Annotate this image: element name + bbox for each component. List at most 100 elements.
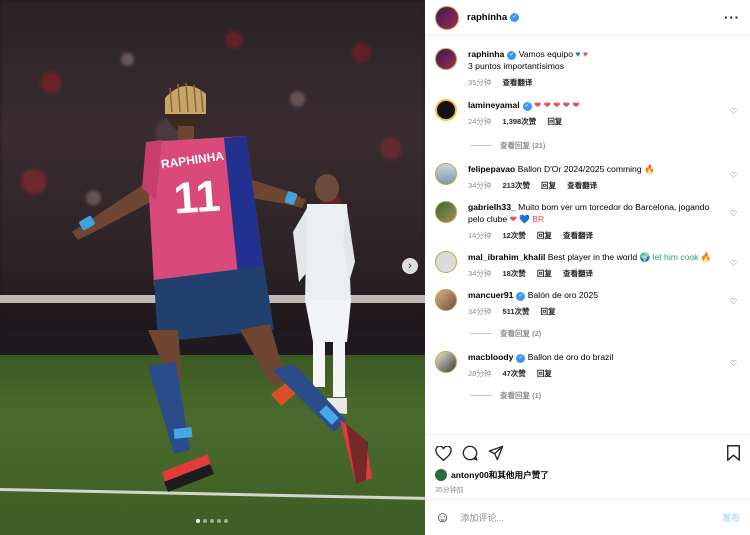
comment-time: 14分钟 [468,231,492,240]
comment-emoji: 🔥 [644,164,655,174]
comment-meta: 14分钟 12次赞 回复 查看翻译 [468,230,720,242]
comment-body: mancuer91 ✓ Balón de oro 2025 34分钟 511次赞 … [468,289,598,318]
comment-likes[interactable]: 213次赞 [502,181,530,190]
caption-text-line2: 3 puntos importantísimos [468,61,565,71]
verified-icon: ✓ [510,13,520,22]
translate-link[interactable]: 查看翻译 [563,269,593,278]
comment-body: macbloody ✓ Ballon de oro do brazil 28分钟 … [468,351,613,380]
commenter-username[interactable]: mal_ibrahim_khalil [468,252,545,262]
more-options-icon[interactable]: ··· [724,10,740,25]
carousel-dot [203,519,207,523]
comment-body: felipepavao Ballon D'Or 2024/2025 commin… [468,163,655,192]
commenter-username[interactable]: mancuer91 [468,290,513,300]
commenter-avatar[interactable] [435,289,457,311]
comment-time: 34分钟 [468,181,492,190]
reply-button[interactable]: 回复 [541,181,556,190]
comment-meta: 28分钟 47次赞 回复 [468,368,613,380]
translate-link[interactable]: 查看翻译 [563,231,593,240]
like-comment-icon[interactable]: ♡ [730,359,737,368]
commenter-avatar[interactable] [435,99,457,121]
reply-button[interactable]: 回复 [537,369,552,378]
liker-username[interactable]: antony00 [451,470,489,480]
next-slide-button[interactable]: › [402,258,418,274]
reply-button[interactable]: 回复 [547,117,562,126]
comment-meta: 24分钟 1,398次赞 回复 [468,116,580,128]
comment-item: felipepavao Ballon D'Or 2024/2025 commin… [435,163,740,192]
comment-item: mancuer91 ✓ Balón de oro 2025 34分钟 511次赞 … [435,289,740,318]
caption-avatar[interactable] [435,48,457,70]
like-icon[interactable] [435,445,452,461]
comment-body: mal_ibrahim_khalil Best player in the wo… [468,251,712,280]
comment-likes[interactable]: 1,398次赞 [502,117,536,126]
caption-body: raphinha ✓ Vamos equipo ♥ ♥ 3 puntos impo… [468,48,588,89]
post-photo[interactable]: RAPHINHA 11 › [0,0,425,535]
comment-time: 28分钟 [468,369,492,378]
svg-text:11: 11 [172,171,222,223]
reply-button[interactable]: 回复 [537,231,552,240]
commenter-username[interactable]: macbloody [468,352,513,362]
caption-text-line1: Vamos equipo [518,49,573,59]
comment-likes[interactable]: 12次赞 [502,231,525,240]
comment-time: 34分钟 [468,269,492,278]
likes-suffix[interactable]: 和其他用户赞了 [489,469,549,481]
post-timestamp: 35分钟前 [435,487,464,494]
commenter-avatar[interactable] [435,163,457,185]
commenter-username[interactable]: gabrielh33_ [468,202,516,212]
post-actions: antony00 和其他用户赞了 35分钟前 [425,434,750,498]
comment-body: gabrielh33_ Muito bom ver um torcedor do… [468,201,720,242]
verified-icon: ✓ [507,51,517,60]
author-avatar[interactable] [435,5,459,30]
post-sidebar: raphinha ✓ ··· raphinha ✓ Vamos equipo ♥ … [425,0,750,535]
comment-likes[interactable]: 47次赞 [502,369,525,378]
commenter-avatar[interactable] [435,201,457,223]
comment-meta: 34分钟 213次赞 回复 查看翻译 [468,180,655,192]
liker-avatar[interactable] [435,469,447,481]
carousel-dots [196,519,228,523]
like-comment-icon[interactable]: ♡ [730,209,737,218]
like-comment-icon[interactable]: ♡ [730,107,737,116]
comment-icon[interactable] [462,445,478,461]
comment-emoji: ❤ 💙 BR [509,214,545,224]
carousel-dot [210,519,214,523]
comment-time: 34分钟 [468,307,492,316]
commenter-avatar[interactable] [435,351,457,373]
translate-link[interactable]: 查看翻译 [502,78,532,87]
caption-time: 35分钟 [468,78,492,87]
author-username[interactable]: raphinha [467,12,507,23]
caption-meta: 35分钟 查看翻译 [468,77,588,89]
comment-likes[interactable]: 511次赞 [502,307,529,316]
caption-username[interactable]: raphinha [468,49,504,59]
main-player: RAPHINHA 11 [72,82,372,492]
comment-input[interactable] [460,512,722,523]
reply-button[interactable]: 回复 [537,269,552,278]
blue-heart-icon: ♥ [575,49,581,59]
comment-text: Best player in the world [547,252,638,262]
like-comment-icon[interactable]: ♡ [730,171,737,180]
reply-button[interactable]: 回复 [541,307,556,316]
comment-body: lamineyamal ✓ ❤ ❤ ❤ ❤ ❤ 24分钟 1,398次赞 回复 [468,99,580,128]
like-comment-icon[interactable]: ♡ [730,297,737,306]
commenter-avatar[interactable] [435,251,457,273]
verified-icon: ✓ [516,354,526,363]
comment-item: mal_ibrahim_khalil Best player in the wo… [435,251,740,280]
action-icons [435,443,740,463]
view-replies-button[interactable]: 查看回复 (21) [470,140,740,151]
comment-likes[interactable]: 18次赞 [502,269,525,278]
comment-composer: ☺ 发布 [425,499,750,535]
comment-meta: 34分钟 511次赞 回复 [468,306,598,318]
like-comment-icon[interactable]: ♡ [730,259,737,268]
comment-item: macbloody ✓ Ballon de oro do brazil 28分钟 … [435,351,740,380]
share-icon[interactable] [488,445,504,461]
commenter-username[interactable]: felipepavao [468,164,515,174]
emoji-picker-icon[interactable]: ☺ [435,509,450,526]
translate-link[interactable]: 查看翻译 [567,181,597,190]
verified-icon: ✓ [522,102,532,111]
post-header: raphinha ✓ ··· [425,0,750,36]
commenter-username[interactable]: lamineyamal [468,100,520,110]
bookmark-icon[interactable] [727,445,740,461]
post-comment-button[interactable]: 发布 [722,511,740,524]
comments-list[interactable]: raphinha ✓ Vamos equipo ♥ ♥ 3 puntos impo… [425,36,750,434]
view-replies-button[interactable]: 查看回复 (1) [470,390,740,401]
view-replies-button[interactable]: 查看回复 (2) [470,328,740,339]
carousel-dot [217,519,221,523]
